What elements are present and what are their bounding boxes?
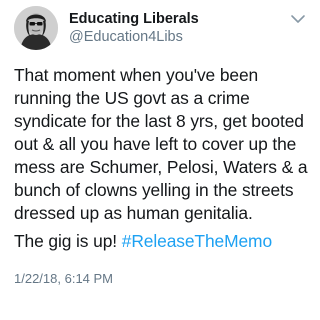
tweet-text-line: mess are Schumer, Pelosi, Waters & a: [14, 157, 308, 177]
tweet-text-line: bunch of clowns yelling in the streets: [14, 180, 294, 200]
tweet-text-line: That moment when you've been: [14, 65, 259, 85]
tweet-card: Educating Liberals @Education4Libs That …: [0, 0, 315, 320]
chevron-down-icon[interactable]: [290, 12, 306, 24]
author-handle[interactable]: @Education4Libs: [69, 28, 269, 46]
tweet-text-line: dressed up as human genitalia.: [14, 203, 253, 223]
tweet-header: Educating Liberals @Education4Libs: [14, 6, 306, 56]
tweet-text-line: syndicate for the last 8 yrs, get booted: [14, 111, 304, 131]
tagline-text: The gig is up!: [14, 231, 122, 251]
tweet-text-line: out & all you have left to cover up the: [14, 134, 297, 154]
tweet-text-line: running the US govt as a crime: [14, 88, 250, 108]
author-display-name[interactable]: Educating Liberals: [69, 10, 269, 28]
hashtag-link[interactable]: #ReleaseTheMemo: [122, 231, 272, 251]
tweet-text: That moment when you've been running the…: [14, 64, 312, 225]
author-names: Educating Liberals @Education4Libs: [69, 10, 269, 46]
tweet-tagline: The gig is up! #ReleaseTheMemo: [14, 230, 312, 253]
tweet-timestamp[interactable]: 1/22/18, 6:14 PM: [14, 271, 113, 287]
profile-avatar-icon[interactable]: [14, 6, 58, 50]
